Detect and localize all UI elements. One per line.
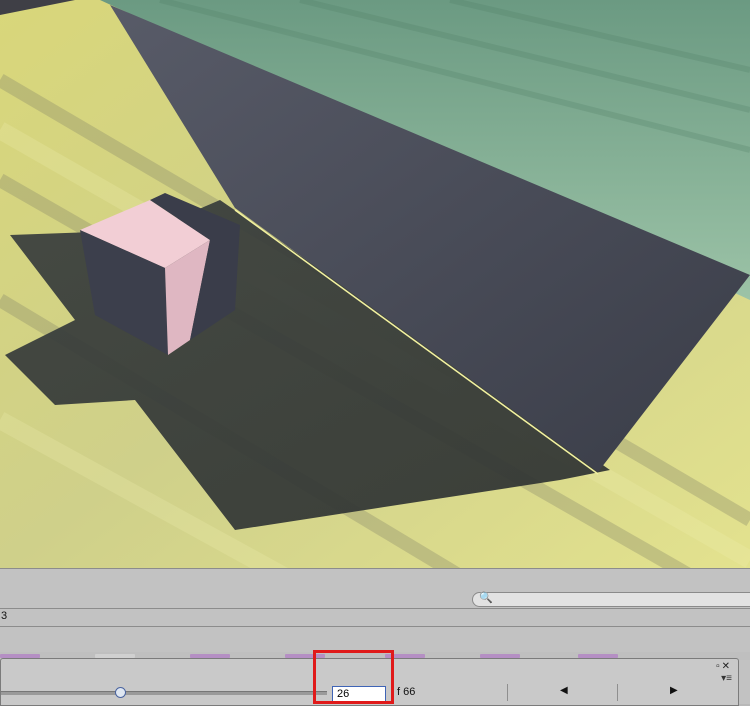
next-frame-button[interactable]: ▶ — [617, 684, 728, 701]
prev-frame-icon: ◀ — [560, 685, 568, 696]
search-input[interactable]: 🔍 — [472, 592, 750, 607]
frame-slider[interactable] — [1, 691, 327, 695]
search-icon: 🔍 — [479, 592, 493, 604]
row-divider — [0, 626, 750, 627]
scene-viewport[interactable] — [0, 0, 750, 568]
total-frames-label: f 66 — [397, 686, 416, 698]
playback-window: ▫✕ ▾≡ 26 f 66 ◀ ▶ — [0, 658, 739, 706]
toolbar-divider — [0, 608, 750, 609]
scene-render — [0, 0, 750, 568]
panel-menu-icon[interactable]: ▾≡ — [721, 673, 732, 684]
prev-frame-button[interactable]: ◀ — [507, 684, 618, 701]
frame-slider-thumb[interactable] — [115, 687, 126, 698]
window-buttons[interactable]: ▫✕ — [716, 661, 732, 672]
frame-label: 3 — [1, 610, 8, 622]
panel-top-border — [0, 568, 750, 569]
current-frame-input[interactable]: 26 — [332, 686, 386, 702]
next-frame-icon: ▶ — [670, 685, 678, 696]
timeline-panel: 🔍 3 ▫✕ ▾≡ 26 f 66 ◀ ▶ — [0, 568, 750, 706]
